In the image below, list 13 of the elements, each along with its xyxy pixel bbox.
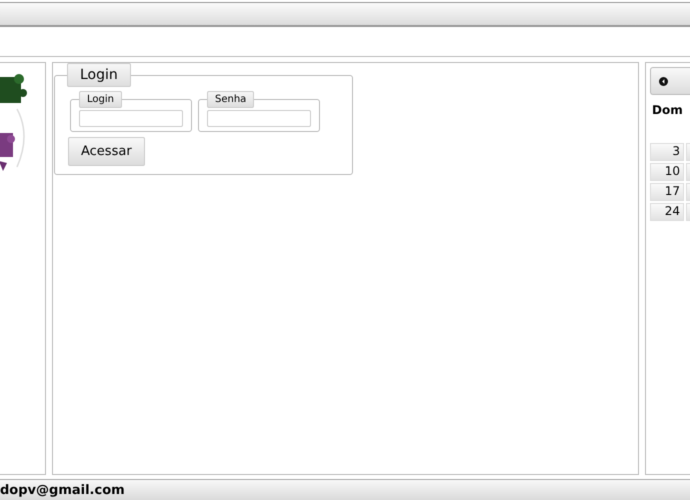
submit-button[interactable]: Acessar bbox=[68, 137, 145, 166]
input-field[interactable] bbox=[207, 110, 311, 127]
footer-email: dopv@gmail.com bbox=[0, 482, 125, 498]
calendar-day[interactable]: 3 bbox=[650, 143, 684, 161]
field-label: Senha bbox=[207, 91, 254, 108]
field-label: Login bbox=[79, 91, 122, 108]
weekday-label: Dom bbox=[652, 103, 684, 117]
calendar-day[interactable]: 24 bbox=[650, 203, 684, 221]
input-field[interactable] bbox=[79, 110, 183, 127]
form-title: Login bbox=[67, 63, 131, 87]
calendar-day[interactable]: 17 bbox=[650, 183, 684, 201]
previous-icon[interactable] bbox=[659, 76, 668, 86]
calendar-day[interactable]: 10 bbox=[650, 163, 684, 181]
